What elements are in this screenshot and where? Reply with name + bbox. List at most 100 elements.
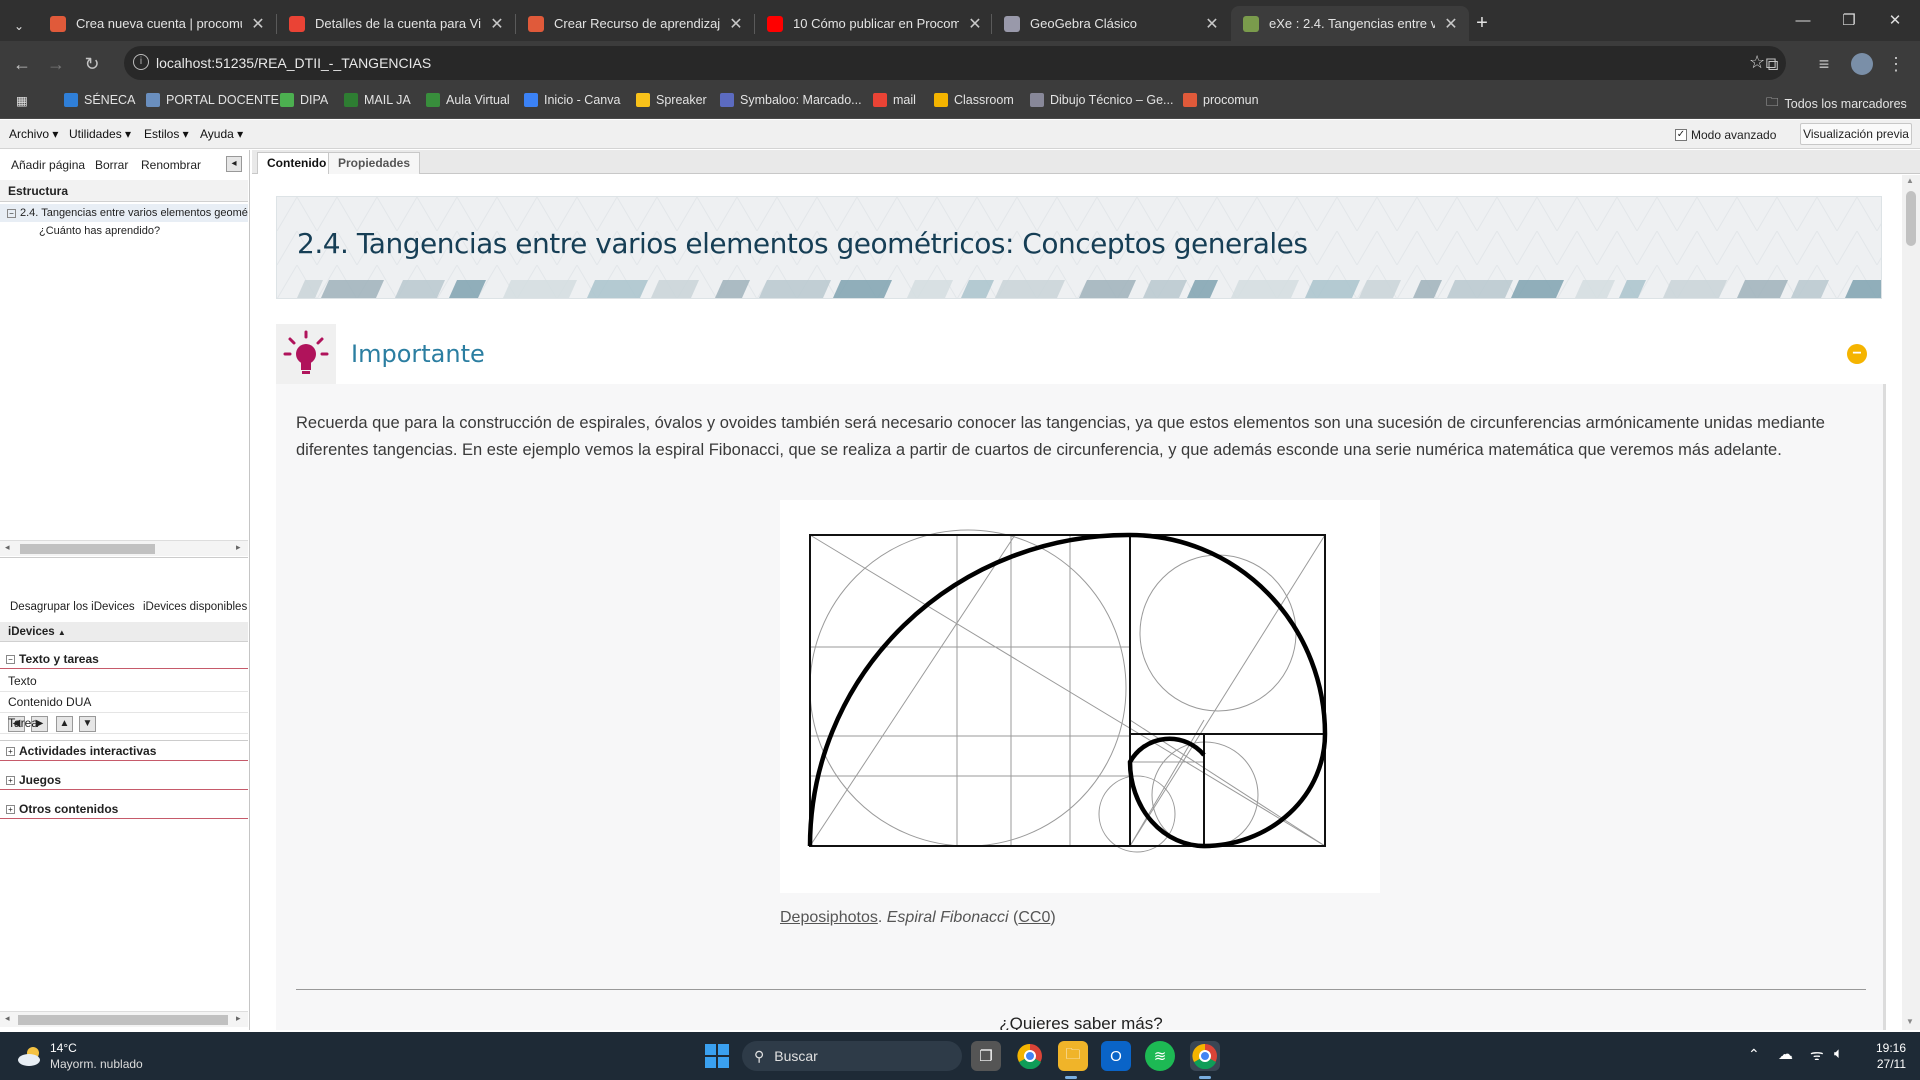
bookmark-item[interactable]: PORTAL DOCENTE xyxy=(146,93,279,107)
collapse-node-icon[interactable]: − xyxy=(7,209,16,218)
close-tab-icon[interactable]: ✕ xyxy=(967,14,983,34)
idevice-texto[interactable]: Texto xyxy=(0,671,248,692)
close-tab-icon[interactable]: ✕ xyxy=(728,14,744,34)
advanced-mode-checkbox[interactable]: ✓ Modo avanzado xyxy=(1675,128,1776,142)
browser-tab[interactable]: Detalles de la cuenta para Victo ✕ xyxy=(277,6,515,41)
minimize-icon[interactable]: — xyxy=(1780,0,1826,40)
bookmark-item[interactable]: MAIL JA xyxy=(344,93,411,107)
tab-contenido[interactable]: Contenido xyxy=(257,152,337,174)
close-window-icon[interactable]: ✕ xyxy=(1872,0,1918,40)
collapse-box-button[interactable]: − xyxy=(1847,344,1867,364)
left-panel: Añadir página Borrar Renombrar ◂ Estruct… xyxy=(0,150,250,1030)
browser-tab[interactable]: Crear Recurso de aprendizaje | ✕ xyxy=(516,6,754,41)
group-texto-y-tareas[interactable]: − Texto y tareas xyxy=(0,649,248,669)
taskbar-search[interactable]: ⚲ Buscar xyxy=(742,1041,962,1071)
weather-cloud-icon[interactable] xyxy=(16,1042,44,1070)
weather-text: Mayorm. nublado xyxy=(50,1057,143,1071)
browser-tab[interactable]: Crea nueva cuenta | procomun ✕ xyxy=(38,6,276,41)
browser-tab[interactable]: eXe : 2.4. Tangencias entre varic ✕ xyxy=(1231,6,1469,41)
delete-button[interactable]: Borrar xyxy=(95,158,128,172)
tab-separator xyxy=(754,14,755,34)
procomun-icon xyxy=(1183,93,1197,107)
structure-hscrollbar[interactable]: ◂ ▸ xyxy=(0,540,248,556)
collapse-group-icon: − xyxy=(6,655,15,665)
bookmark-item[interactable]: Classroom xyxy=(934,93,1014,107)
preview-button[interactable]: Visualización previa xyxy=(1800,123,1912,145)
bookmark-item[interactable]: Aula Virtual xyxy=(426,93,510,107)
bookmark-item[interactable]: procomun xyxy=(1183,93,1259,107)
lightbulb-icon xyxy=(276,324,336,384)
procomun-icon xyxy=(528,15,544,32)
idevice-contenido-dua[interactable]: Contenido DUA xyxy=(0,692,248,713)
group-juegos[interactable]: + Juegos xyxy=(0,770,248,790)
address-bar[interactable]: i localhost:51235/REA_DTII_-_TANGENCIAS … xyxy=(124,46,1786,80)
bookmark-item[interactable]: mail xyxy=(873,93,916,107)
clock-date[interactable]: 27/11 xyxy=(1866,1057,1906,1071)
menu-utilidades[interactable]: Utilidades ▾ xyxy=(69,127,131,141)
group-otros-contenidos[interactable]: + Otros contenidos xyxy=(0,799,248,819)
task-view-icon[interactable]: ❐ xyxy=(971,1041,1001,1071)
site-info-icon[interactable]: i xyxy=(133,54,149,70)
menu-archivo[interactable]: Archivo ▾ xyxy=(9,127,58,141)
forward-icon[interactable]: → xyxy=(42,50,70,78)
all-bookmarks[interactable]: 🗀 Todos los marcadores xyxy=(1766,93,1907,114)
menu-ayuda[interactable]: Ayuda ▾ xyxy=(200,127,243,141)
new-tab-button[interactable]: + xyxy=(1465,6,1499,41)
chrome-profile-icon[interactable] xyxy=(1190,1041,1220,1071)
expand-group-icon: + xyxy=(6,805,15,815)
menu-estilos[interactable]: Estilos ▾ xyxy=(144,127,189,141)
close-tab-icon[interactable]: ✕ xyxy=(1443,14,1459,34)
bookmark-item[interactable]: DIPA xyxy=(280,93,328,107)
add-page-button[interactable]: Añadir página xyxy=(11,158,85,172)
rename-button[interactable]: Renombrar xyxy=(141,158,201,172)
apps-grid-icon[interactable]: ▦ xyxy=(16,93,28,108)
outlook-icon[interactable]: O xyxy=(1101,1041,1131,1071)
bookmark-item[interactable]: SÉNECA xyxy=(64,93,135,107)
extensions-icon[interactable]: ⧉ xyxy=(1758,50,1786,78)
file-explorer-icon[interactable]: 🗀 xyxy=(1058,1041,1088,1071)
license-link[interactable]: CC0 xyxy=(1018,909,1050,926)
available-idevices-button[interactable]: iDevices disponibles xyxy=(143,601,247,613)
browser-tab[interactable]: GeoGebra Clásico ✕ xyxy=(992,6,1230,41)
geogebra-icon xyxy=(1004,15,1020,32)
wifi-icon[interactable]: ᯤ xyxy=(1810,1045,1824,1065)
folder-icon: 🗀 xyxy=(1766,95,1779,109)
reload-icon[interactable]: ↻ xyxy=(78,50,106,78)
media-icon[interactable]: ≡ xyxy=(1810,50,1838,78)
windows-start-icon[interactable] xyxy=(702,1041,732,1071)
tab-search-button[interactable]: ⌄ xyxy=(2,8,36,43)
tree-node-quiz[interactable]: ¿Cuánto has aprendido? xyxy=(39,225,160,237)
volume-icon[interactable]: 🔈︎ xyxy=(1834,1045,1843,1062)
profile-avatar[interactable] xyxy=(1848,50,1876,78)
bookmark-item[interactable]: Spreaker xyxy=(636,93,707,107)
idevice-tarea[interactable]: Tarea xyxy=(0,713,248,734)
spotify-icon[interactable]: ≋ xyxy=(1145,1041,1175,1071)
close-tab-icon[interactable]: ✕ xyxy=(489,14,505,34)
bookmark-item[interactable]: Symbaloo: Marcado... xyxy=(720,93,862,107)
close-tab-icon[interactable]: ✕ xyxy=(1204,14,1220,34)
group-actividades-interactivas[interactable]: + Actividades interactivas xyxy=(0,741,248,761)
onedrive-cloud-icon[interactable]: ☁ xyxy=(1778,1045,1793,1063)
bookmark-item[interactable]: Inicio - Canva xyxy=(524,93,620,107)
back-icon[interactable]: ← xyxy=(8,50,36,78)
collapse-panel-icon[interactable]: ◂ xyxy=(226,156,242,172)
idevices-hscrollbar[interactable]: ◂ ▸ xyxy=(0,1011,248,1027)
content-vscrollbar[interactable]: ▲ ▼ xyxy=(1902,175,1920,1030)
tab-propiedades[interactable]: Propiedades xyxy=(328,152,421,174)
chevron-up-icon[interactable]: ⌃ xyxy=(1748,1046,1760,1063)
tree-node-page[interactable]: −2.4. Tangencias entre varios elementos … xyxy=(0,204,248,222)
chrome-icon[interactable] xyxy=(1015,1041,1045,1071)
fibonacci-spiral-image xyxy=(780,500,1380,893)
bookmark-item[interactable]: Dibujo Técnico – Ge... xyxy=(1030,93,1173,107)
bookmark-label: Aula Virtual xyxy=(446,93,510,107)
author-link[interactable]: Deposiphotos xyxy=(780,909,878,926)
restore-icon[interactable]: ❐ xyxy=(1826,0,1872,40)
menu-dots-icon[interactable]: ⋮ xyxy=(1882,50,1910,78)
clock-time[interactable]: 19:16 xyxy=(1870,1041,1906,1055)
ungroup-idevices-button[interactable]: Desagrupar los iDevices xyxy=(10,601,135,613)
temperature: 14°C xyxy=(50,1041,77,1055)
browser-tab[interactable]: 10 Cómo publicar en Procomún ✕ xyxy=(755,6,993,41)
idevices-header[interactable]: iDevices ▲ xyxy=(0,622,248,642)
structure-header: Estructura xyxy=(0,180,248,202)
close-tab-icon[interactable]: ✕ xyxy=(250,14,266,34)
